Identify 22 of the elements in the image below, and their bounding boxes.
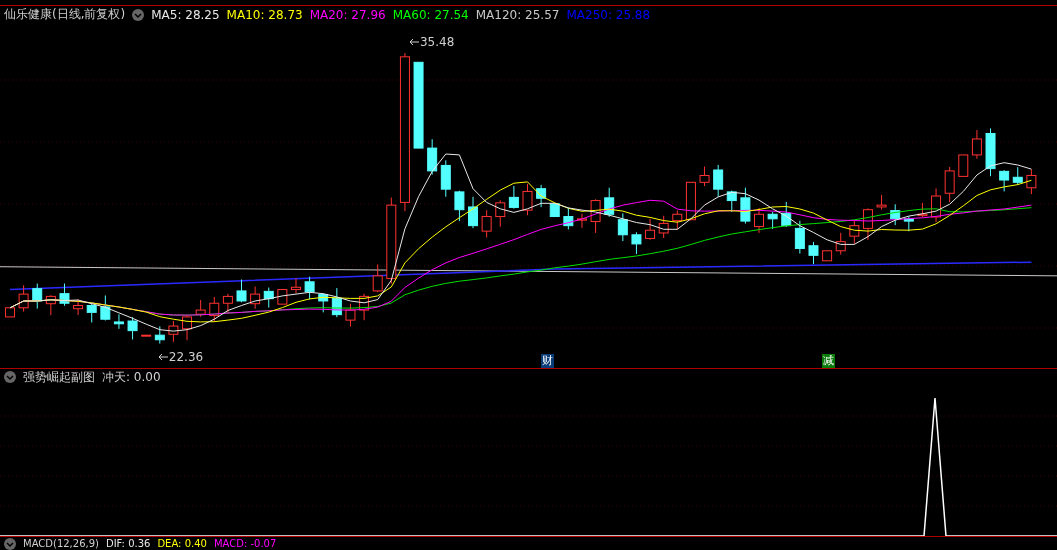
ma-value: MA5: 28.25 [151,7,220,22]
macd-value: DIF: 0.36 [105,538,151,550]
dropdown-icon[interactable] [4,371,16,384]
event-badge[interactable]: 财 [541,353,554,368]
ma-value: MA250: 25.88 [566,7,651,22]
macd-value: MACD: -0.07 [213,538,277,550]
ma-value: MA20: 27.96 [309,7,386,22]
indicator-value: 冲天: 0.00 [102,368,161,386]
indicator-title: MACD(12,26,9) [23,538,99,550]
arrow-icon [157,353,168,362]
ma-value: MA60: 27.54 [392,7,469,22]
ma-value: MA120: 25.57 [475,7,560,22]
dropdown-icon[interactable] [132,8,145,21]
arrow-icon [408,37,419,46]
stock-title: 仙乐健康(日线,前复权) [4,6,126,24]
dropdown-icon[interactable] [4,537,16,550]
ma-value: MA10: 28.73 [226,7,303,22]
indicator-title: 强势崛起副图 [23,368,95,386]
event-badge[interactable]: 减 [822,353,835,368]
macd-value: DEA: 0.40 [157,538,207,550]
high-price-label: 35.48 [419,34,455,49]
low-price-label: 22.36 [168,350,204,365]
